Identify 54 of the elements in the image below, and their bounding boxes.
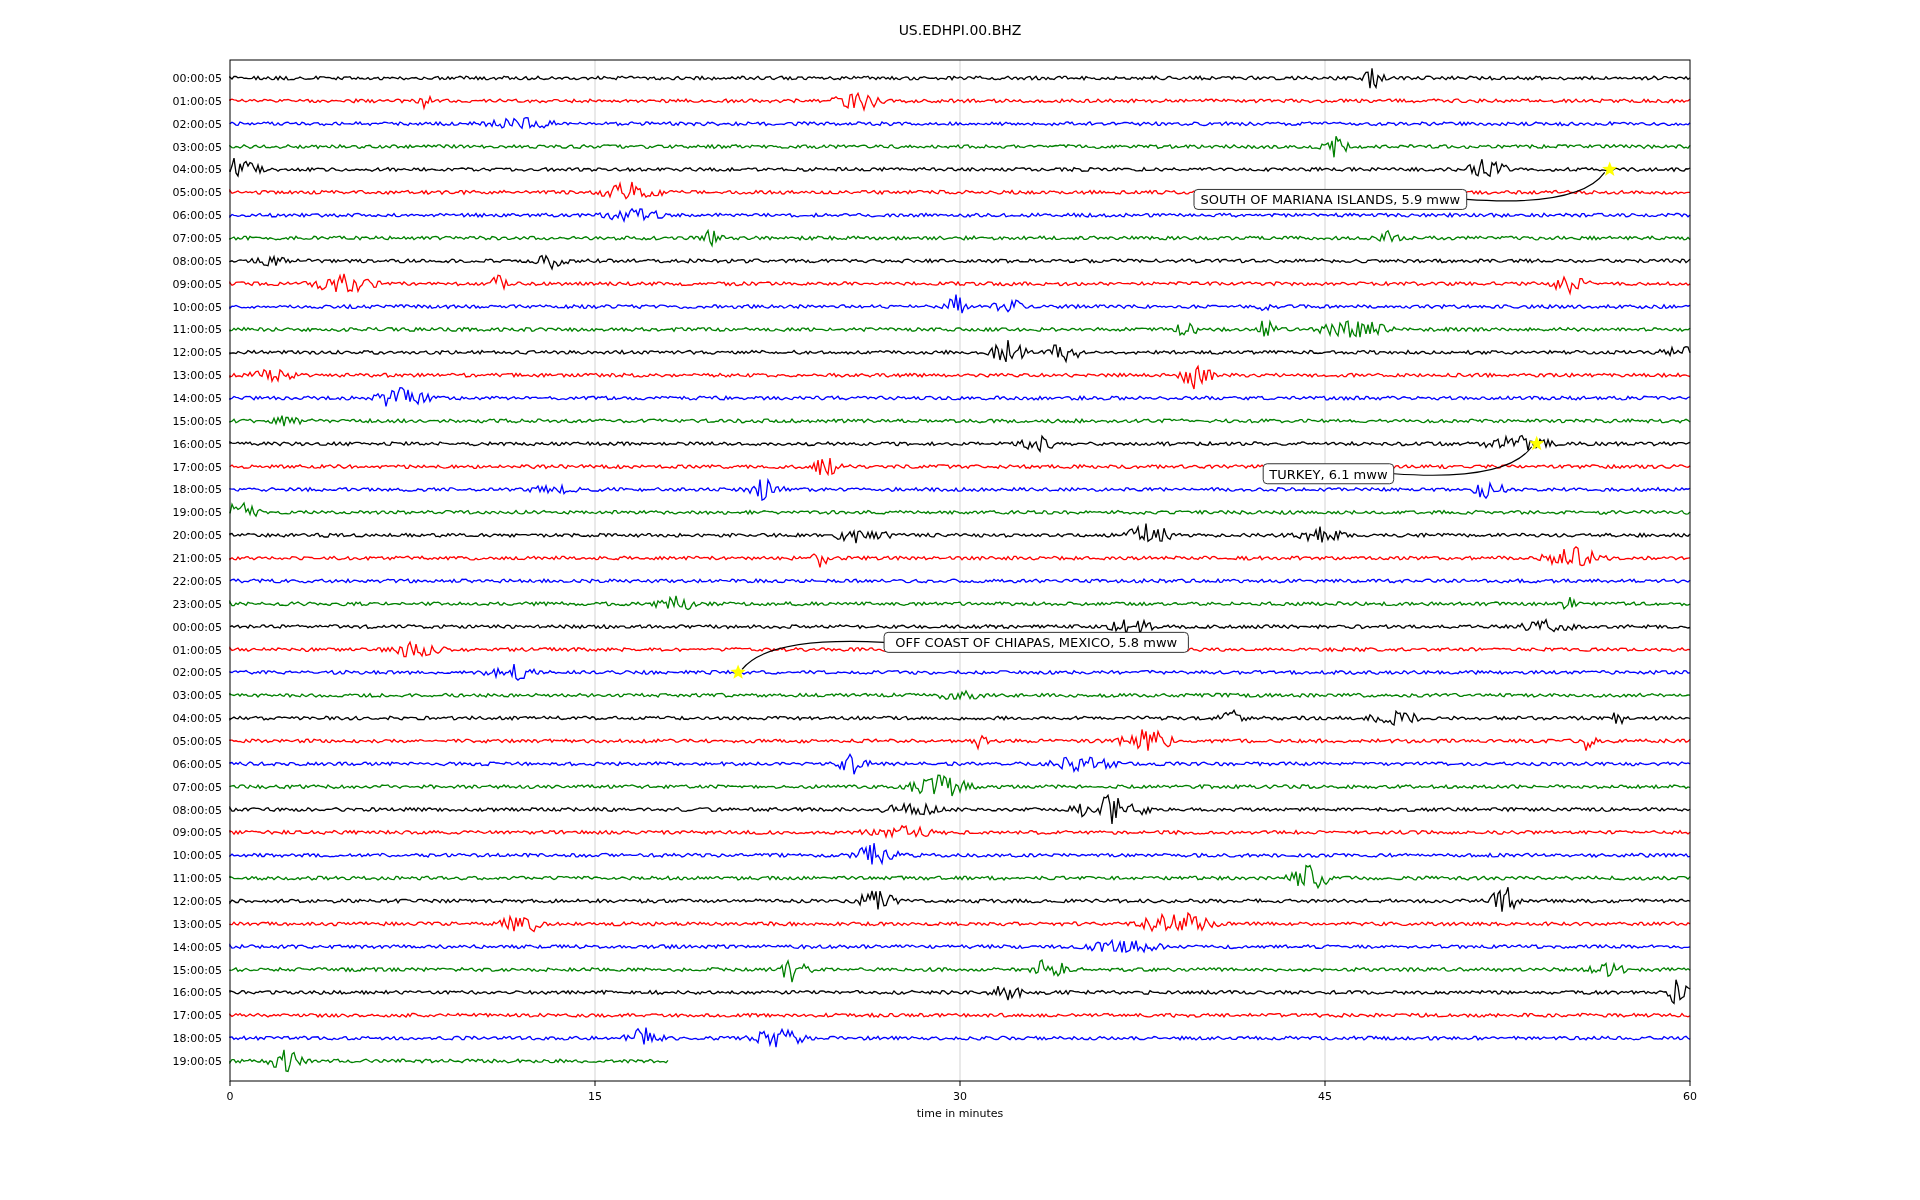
time-label: 01:00:05 [172,94,222,108]
time-label: 04:00:05 [172,163,222,177]
time-label: 08:00:05 [172,254,222,268]
time-label: 20:00:05 [172,529,222,543]
time-label: 00:00:05 [172,620,222,634]
time-label: 07:00:05 [172,232,222,245]
time-label: 16:00:05 [172,437,222,451]
time-label: 21:00:05 [172,552,222,566]
time-label: 15:00:05 [172,963,222,977]
time-label: 14:00:05 [172,392,222,406]
axis-tick-label: 0 [226,1090,234,1103]
time-label: 06:00:05 [172,209,222,223]
time-label: 08:00:05 [172,803,222,817]
time-label: 13:00:05 [172,917,222,931]
axis-tick-label: 30 [953,1090,967,1103]
time-label: 03:00:05 [172,140,222,154]
time-label: 23:00:05 [172,597,222,611]
time-label: 14:00:05 [172,940,222,954]
time-label: 02:00:05 [172,117,222,131]
time-label: 22:00:05 [172,574,222,588]
axis-tick-label: 45 [1318,1090,1332,1103]
time-label: 19:00:05 [172,1055,222,1068]
time-label: 11:00:05 [172,323,222,337]
time-label: 18:00:05 [172,483,222,497]
time-label: 09:00:05 [172,277,222,291]
axis-tick-label: 15 [588,1090,602,1103]
time-label: 10:00:05 [172,849,222,863]
time-label: 00:00:05 [172,72,222,85]
time-label: 04:00:05 [172,712,222,726]
time-label: 11:00:05 [172,872,222,886]
time-label: 10:00:05 [172,300,222,314]
time-label: 02:00:05 [172,666,222,680]
time-label: 15:00:05 [172,414,222,428]
time-label: 17:00:05 [172,1009,222,1023]
time-label: 01:00:05 [172,643,222,657]
time-label: 05:00:05 [172,734,222,748]
time-label: 07:00:05 [172,780,222,794]
event-label: SOUTH OF MARIANA ISLANDS, 5.9 mww [1200,192,1461,208]
time-label: 16:00:05 [172,986,222,1000]
time-label: 06:00:05 [172,757,222,771]
event-label: OFF COAST OF CHIAPAS, MEXICO, 5.8 mww [895,635,1178,651]
time-label: 13:00:05 [172,369,222,383]
time-label: 12:00:05 [172,894,222,908]
axis-label: time in minutes [916,1107,1004,1120]
time-label: 05:00:05 [172,186,222,200]
event-label: TURKEY, 6.1 mww [1269,466,1388,482]
axis-tick-label: 60 [1683,1090,1697,1103]
time-label: 19:00:05 [172,506,222,520]
time-label: 17:00:05 [172,460,222,474]
time-label: 18:00:05 [172,1032,222,1046]
time-label: 03:00:05 [172,689,222,703]
time-label: 09:00:05 [172,826,222,840]
time-label: 12:00:05 [172,346,222,360]
chart-title: US.EDHPI.00.BHZ [898,22,1022,38]
